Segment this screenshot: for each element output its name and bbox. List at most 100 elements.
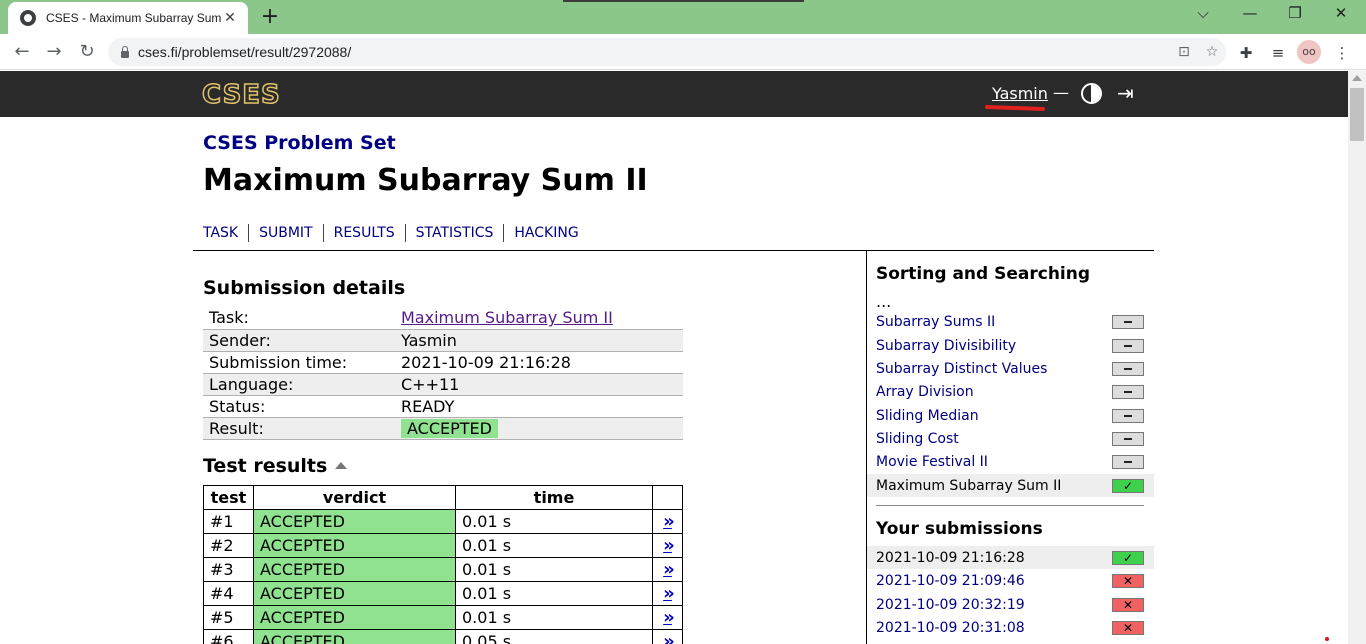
sidebar-task-link[interactable]: Subarray Divisibility	[876, 338, 1112, 354]
sidebar-task-link[interactable]: Subarray Sums II	[876, 314, 1112, 330]
submission-item[interactable]: 2021-10-09 20:32:19 ✕	[867, 593, 1154, 616]
details-value: READY	[395, 395, 683, 418]
user-link[interactable]: Yasmin	[992, 84, 1048, 103]
details-key: Sender:	[203, 329, 395, 352]
cses-logo[interactable]: CSES	[201, 79, 281, 111]
nav-statistics[interactable]: STATISTICS	[404, 224, 504, 242]
test-results-heading[interactable]: Test results	[203, 455, 348, 477]
table-row: #4 ACCEPTED 0.01 s »	[203, 581, 683, 606]
view-test-link-icon[interactable]: »	[663, 631, 675, 644]
task-status-none-icon	[1112, 408, 1144, 423]
forward-button[interactable]: →	[42, 40, 66, 64]
task-status-none-icon	[1112, 314, 1144, 329]
sidebar-task-item[interactable]: Sliding Cost	[867, 427, 1154, 450]
test-verdict: ACCEPTED	[253, 533, 456, 558]
browser-tab[interactable]: CSES - Maximum Subarray Sum II ✕	[8, 2, 248, 34]
sidebar-task-item[interactable]: Subarray Sums II	[867, 310, 1154, 333]
tab-search-icon[interactable]: ⌵	[1180, 4, 1226, 22]
test-verdict: ACCEPTED	[253, 557, 456, 582]
result-badge: ACCEPTED	[401, 418, 498, 438]
sidebar-task-item[interactable]: Subarray Distinct Values	[867, 357, 1154, 380]
sidebar-task-link[interactable]: Subarray Distinct Values	[876, 361, 1112, 377]
translate-icon[interactable]: ⊡	[1170, 44, 1198, 60]
profile-avatar[interactable]: oo	[1297, 40, 1321, 64]
task-status-none-icon	[1112, 338, 1144, 353]
task-status-none-icon	[1112, 454, 1144, 469]
tab-close-icon[interactable]: ✕	[222, 10, 238, 26]
lock-icon[interactable]	[120, 46, 130, 58]
sidebar-task-item[interactable]: Subarray Divisibility	[867, 334, 1154, 357]
view-test-link-icon[interactable]: »	[663, 559, 675, 580]
test-detail-cell: »	[652, 557, 683, 582]
view-test-link-icon[interactable]: »	[663, 535, 675, 556]
reload-button[interactable]: ↻	[75, 40, 99, 64]
test-time: 0.05 s	[455, 629, 653, 644]
page-scrollbar[interactable]	[1348, 71, 1366, 644]
close-window-button[interactable]: ✕	[1318, 4, 1364, 22]
test-time: 0.01 s	[455, 581, 653, 606]
nav-hacking[interactable]: HACKING	[503, 224, 588, 242]
back-button[interactable]: ←	[10, 40, 34, 64]
minimize-button[interactable]: —	[1227, 4, 1273, 22]
sidebar-task-link[interactable]: Sliding Cost	[876, 431, 1112, 447]
submission-link[interactable]: 2021-10-09 20:31:08	[876, 620, 1112, 636]
restore-button[interactable]: ❐	[1272, 4, 1318, 22]
cross-icon: ✕	[1112, 597, 1144, 612]
submission-item[interactable]: 2021-10-09 20:31:08 ✕	[867, 616, 1154, 639]
sidebar-task-item[interactable]: Sliding Median	[867, 404, 1154, 427]
details-value: C++11	[395, 373, 683, 396]
nav-task[interactable]: TASK	[203, 224, 248, 242]
task-link[interactable]: Maximum Subarray Sum II	[401, 308, 613, 327]
url-text[interactable]: cses.fi/problemset/result/2972088/	[138, 44, 1170, 60]
cross-icon: ✕	[1112, 573, 1144, 588]
nav-submit[interactable]: SUBMIT	[248, 224, 323, 242]
problem-set-link[interactable]: CSES Problem Set	[203, 132, 396, 154]
task-status-none-icon	[1112, 384, 1144, 399]
sidebar-task-link[interactable]: Array Division	[876, 384, 1112, 400]
table-row: #6 ACCEPTED 0.05 s »	[203, 629, 683, 644]
task-status-none-icon	[1112, 361, 1144, 376]
extensions-puzzle-icon[interactable]: ✚	[1235, 42, 1257, 64]
details-value: Maximum Subarray Sum II	[395, 307, 683, 330]
contrast-toggle-icon[interactable]	[1081, 83, 1102, 104]
test-verdict: ACCEPTED	[253, 509, 456, 534]
globe-icon	[20, 10, 36, 26]
sidebar-task-current: Maximum Subarray Sum II	[876, 477, 1062, 494]
sidebar-task-link[interactable]: Sliding Median	[876, 408, 1112, 424]
submission-link[interactable]: 2021-10-09 21:09:46	[876, 573, 1112, 589]
test-time: 0.01 s	[455, 533, 653, 558]
test-detail-cell: »	[652, 581, 683, 606]
submission-link[interactable]: 2021-10-09 20:32:19	[876, 597, 1112, 613]
sidebar-task-item[interactable]: Movie Festival II	[867, 450, 1154, 473]
tab-strip-indicator	[563, 0, 804, 2]
details-value: Yasmin	[395, 329, 683, 352]
sidebar-task-link[interactable]: Movie Festival II	[876, 454, 1112, 470]
cross-icon: ✕	[1112, 620, 1144, 635]
sidebar-divider-line	[876, 505, 1144, 506]
test-verdict: ACCEPTED	[253, 581, 456, 606]
test-verdict: ACCEPTED	[253, 605, 456, 630]
header-separator: —	[1053, 83, 1069, 102]
new-tab-button[interactable]: +	[258, 4, 282, 29]
submission-item[interactable]: 2021-10-09 21:09:46 ✕	[867, 569, 1154, 592]
view-test-link-icon[interactable]: »	[663, 511, 675, 532]
bookmark-star-icon[interactable]: ☆	[1198, 44, 1226, 60]
collapse-arrow-icon[interactable]	[335, 462, 348, 469]
browser-toolbar: ← → ↻ cses.fi/problemset/result/2972088/…	[0, 34, 1366, 70]
submission-details-table: Task: Maximum Subarray Sum II Sender: Ya…	[203, 307, 683, 440]
menu-kebab-icon[interactable]: ⋮	[1331, 42, 1353, 64]
scroll-thumb[interactable]	[1350, 88, 1364, 141]
reading-list-icon[interactable]: ≡	[1267, 42, 1289, 64]
view-test-link-icon[interactable]: »	[663, 583, 675, 604]
address-bar[interactable]: cses.fi/problemset/result/2972088/ ⊡ ☆	[108, 38, 1226, 66]
details-key: Submission time:	[203, 351, 395, 374]
red-dot-marker	[1325, 637, 1329, 641]
details-key: Result:	[203, 417, 395, 440]
details-value: ACCEPTED	[395, 417, 683, 440]
nav-results[interactable]: RESULTS	[322, 224, 405, 242]
view-test-link-icon[interactable]: »	[663, 607, 675, 628]
sidebar-task-item[interactable]: Array Division	[867, 380, 1154, 403]
scroll-up-arrow-icon[interactable]	[1352, 75, 1362, 81]
logout-icon[interactable]: ⇥	[1117, 81, 1134, 105]
details-row: Task: Maximum Subarray Sum II	[203, 307, 683, 330]
